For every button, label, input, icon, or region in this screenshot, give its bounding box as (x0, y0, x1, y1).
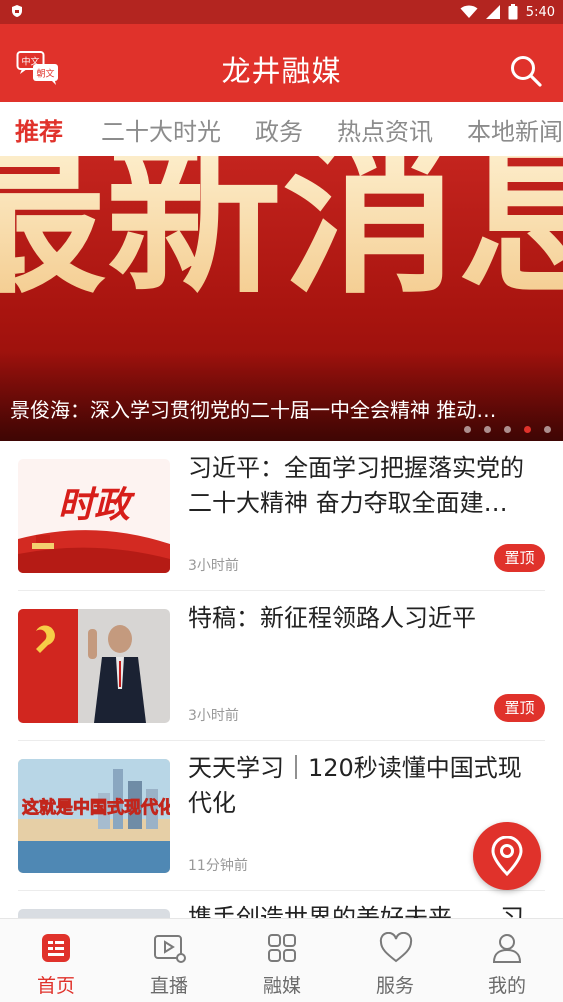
nav-label: 直播 (149, 975, 188, 997)
carousel-dot[interactable] (484, 426, 491, 433)
app-header: 中文 朝文 龙井融媒 (0, 24, 563, 102)
pinned-badge: 置顶 (494, 544, 545, 572)
heart-service-icon (379, 932, 413, 963)
tab-hot-news[interactable]: 热点资讯 (337, 112, 433, 147)
news-thumbnail (18, 909, 170, 918)
carousel-dot-active[interactable] (524, 426, 531, 433)
shield-status-icon (12, 5, 22, 17)
news-title[interactable]: 特稿：新征程领路人习近平 (188, 601, 545, 636)
nav-label: 服务 (375, 975, 414, 997)
news-item[interactable]: 时政 习近平：全面学习把握落实党的二十大精神 奋力夺取全面建… 3小时前 置顶 (18, 441, 545, 591)
thumbnail-text: 时政 (58, 485, 136, 526)
tab-local-news[interactable]: 本地新闻 (467, 112, 563, 147)
wifi-icon (460, 5, 478, 18)
news-title[interactable]: 携手创造世界的美好未来——习 (188, 901, 545, 918)
nav-label: 我的 (487, 975, 526, 997)
battery-icon (508, 4, 518, 20)
nav-service[interactable]: 服务 (339, 919, 451, 1002)
signal-icon (485, 5, 500, 19)
carousel-dot[interactable] (504, 426, 511, 433)
news-time: 3小时前 (188, 558, 239, 574)
carousel-indicator (464, 426, 551, 433)
live-video-icon (154, 935, 186, 963)
carousel-dot[interactable] (464, 426, 471, 433)
status-time: 5:40 (525, 4, 555, 20)
home-news-icon (42, 934, 70, 962)
banner-caption[interactable]: 景俊海：深入学习贯彻党的二十届一中全会精神 推动… (10, 394, 550, 423)
nav-live[interactable]: 直播 (113, 919, 225, 1002)
news-item[interactable]: 携手创造世界的美好未来——习 (18, 891, 545, 918)
banner-carousel[interactable]: 最新消息 景俊海：深入学习贯彻党的二十届一中全会精神 推动… (0, 156, 563, 441)
tab-recommend[interactable]: 推荐 (15, 112, 63, 147)
nav-label: 融媒 (262, 975, 301, 997)
nav-media[interactable]: 融媒 (226, 919, 338, 1002)
news-thumbnail: 时政 (18, 459, 170, 573)
bottom-nav: 首页 直播 融媒 服务 我的 (0, 918, 563, 1002)
grid-media-icon (268, 934, 296, 962)
news-time: 11分钟前 (188, 858, 248, 874)
location-button[interactable] (473, 822, 541, 890)
news-title[interactable]: 习近平：全面学习把握落实党的二十大精神 奋力夺取全面建… (188, 451, 545, 521)
news-item[interactable]: 这就是中国式现代化 天天学习｜120秒读懂中国式现代化 11分钟前 (18, 741, 545, 891)
nav-label: 首页 (36, 975, 75, 997)
news-title[interactable]: 天天学习｜120秒读懂中国式现代化 (188, 751, 545, 821)
news-time: 3小时前 (188, 708, 239, 724)
tab-twentieth-congress[interactable]: 二十大时光 (101, 112, 221, 147)
news-thumbnail: 这就是中国式现代化 (18, 759, 170, 873)
news-thumbnail (18, 609, 170, 723)
carousel-dot[interactable] (544, 426, 551, 433)
news-item[interactable]: 特稿：新征程领路人习近平 3小时前 置顶 (18, 591, 545, 741)
status-bar: 5:40 (0, 0, 563, 24)
banner-art-text: 最新消息 (0, 156, 563, 318)
profile-icon (492, 934, 522, 963)
nav-home[interactable]: 首页 (0, 919, 112, 1002)
search-icon[interactable] (509, 54, 543, 88)
thumbnail-text: 这就是中国式现代化 (22, 797, 170, 818)
channel-tabs: 推荐 二十大时光 政务 热点资讯 本地新闻 (0, 102, 563, 156)
pinned-badge: 置顶 (494, 694, 545, 722)
tab-government[interactable]: 政务 (255, 112, 303, 147)
app-title: 龙井融媒 (221, 54, 342, 88)
location-pin-icon (491, 836, 523, 876)
nav-profile[interactable]: 我的 (451, 919, 563, 1002)
